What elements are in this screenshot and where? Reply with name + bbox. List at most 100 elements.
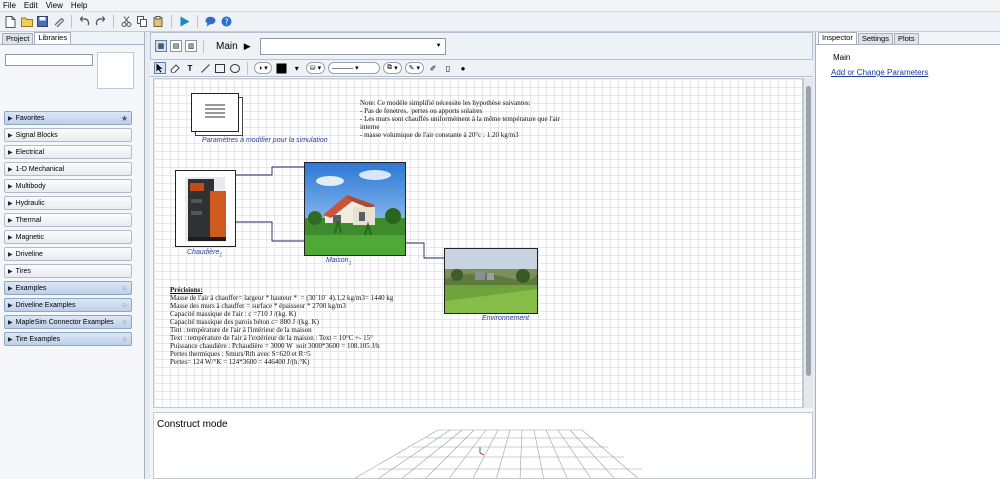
- text-tool-icon[interactable]: T: [184, 62, 196, 74]
- run-simulation-icon[interactable]: [178, 15, 191, 28]
- redo-icon[interactable]: [94, 15, 107, 28]
- inspector-panel: Inspector Settings Plots Main Add or Cha…: [815, 32, 1000, 479]
- library-item[interactable]: ▶ Driveline: [4, 247, 132, 261]
- library-item[interactable]: ▶ Favorites ★: [4, 111, 132, 125]
- tab-settings[interactable]: Settings: [857, 33, 893, 44]
- library-search-input[interactable]: [5, 54, 93, 66]
- toolbar-separator: [197, 15, 198, 28]
- library-preview: [97, 52, 134, 89]
- expand-triangle-icon[interactable]: ▶: [8, 115, 13, 122]
- probe-icon[interactable]: ✐: [427, 62, 439, 74]
- rectangle-tool-icon[interactable]: [214, 62, 226, 74]
- expand-triangle-icon[interactable]: ▶: [8, 183, 13, 190]
- tab-libraries[interactable]: Libraries: [34, 32, 72, 44]
- chat-icon[interactable]: [204, 15, 217, 28]
- construct-mode-panel[interactable]: Construct mode: [153, 412, 813, 479]
- document-icon[interactable]: ▯: [442, 62, 454, 74]
- chevron-down-icon: ▼: [435, 42, 442, 49]
- expand-triangle-icon[interactable]: ▶: [8, 285, 13, 292]
- library-item[interactable]: ▶ Examples ⁘: [4, 281, 132, 295]
- copy-icon[interactable]: [136, 15, 149, 28]
- line-color-swatch[interactable]: [275, 62, 288, 74]
- model-canvas[interactable]: Paramètres à modifier pour la simulation…: [153, 78, 803, 408]
- equation-view-icon[interactable]: ▥: [185, 40, 197, 52]
- library-item[interactable]: ▶ Tire Examples ⁘: [4, 332, 132, 346]
- record-icon[interactable]: ●: [457, 62, 469, 74]
- library-item[interactable]: ▶ Thermal: [4, 213, 132, 227]
- expand-triangle-icon[interactable]: ▶: [8, 302, 13, 309]
- chaudiere-block[interactable]: [175, 170, 236, 247]
- save-icon[interactable]: [36, 15, 49, 28]
- library-item[interactable]: ▶ Tires: [4, 264, 132, 278]
- library-item-label: Multibody: [15, 182, 46, 190]
- expand-triangle-icon[interactable]: ▶: [8, 234, 13, 241]
- drawbar-separator: [247, 61, 248, 75]
- add-change-parameters-link[interactable]: Add or Change Parameters: [831, 68, 928, 77]
- menu-file[interactable]: File: [3, 1, 16, 10]
- expand-triangle-icon[interactable]: ▶: [8, 217, 13, 224]
- diagram-view-icon[interactable]: ▦: [155, 40, 167, 52]
- help-icon[interactable]: ?: [220, 15, 233, 28]
- expand-triangle-icon[interactable]: ▶: [8, 149, 13, 156]
- new-file-icon[interactable]: [4, 15, 17, 28]
- library-item[interactable]: ▶ Driveline Examples ⁘: [4, 298, 132, 312]
- favorite-star-icon: ★: [120, 114, 128, 123]
- parameters-block[interactable]: [191, 93, 243, 136]
- tab-inspector[interactable]: Inspector: [818, 32, 857, 44]
- maison-block-label: Maison1: [326, 257, 351, 266]
- left-tabs: Project Libraries: [0, 32, 144, 44]
- tab-project[interactable]: Project: [2, 33, 34, 44]
- line-style-dropdown[interactable]: ——— ▾: [328, 62, 381, 74]
- parameter-view-icon[interactable]: ▤: [170, 40, 182, 52]
- maison-block[interactable]: [304, 162, 406, 256]
- line-tool-icon[interactable]: [199, 62, 211, 74]
- menu-help[interactable]: Help: [71, 1, 87, 10]
- toolbar-separator: [171, 15, 172, 28]
- library-item-label: Tires: [15, 267, 31, 275]
- library-item[interactable]: ▶ 1-D Mechanical: [4, 162, 132, 176]
- model-workspace: ▦ ▤ ▥ Main ▶ ▼ T ◑ ▾ ▾ ⛁ ▾ ——— ▾ ⧉ ▾ ✎ ▾ ✐ ▯ …: [150, 32, 813, 479]
- tab-plots[interactable]: Plots: [893, 33, 919, 44]
- cut-icon[interactable]: [120, 15, 133, 28]
- library-item[interactable]: ▶ Hydraulic: [4, 196, 132, 210]
- attach-icon[interactable]: [52, 15, 65, 28]
- expand-triangle-icon[interactable]: ▶: [8, 336, 13, 343]
- expand-triangle-icon[interactable]: ▶: [8, 200, 13, 207]
- expand-triangle-icon[interactable]: ▶: [8, 268, 13, 275]
- environnement-block[interactable]: [444, 248, 538, 314]
- expand-triangle-icon[interactable]: ▶: [8, 319, 13, 326]
- open-folder-icon[interactable]: [20, 15, 33, 28]
- examples-grid-icon: ⁘: [121, 301, 128, 310]
- attach-dropdown[interactable]: ✎ ▾: [404, 62, 425, 74]
- parameters-block-label: Paramètres à modifier pour la simulation: [202, 137, 328, 144]
- expand-triangle-icon[interactable]: ▶: [8, 132, 13, 139]
- chevron-down-icon[interactable]: ▾: [291, 62, 303, 74]
- paste-icon[interactable]: [152, 15, 165, 28]
- expand-triangle-icon[interactable]: ▶: [8, 166, 13, 173]
- inspector-body: Main Add or Change Parameters: [816, 44, 1000, 479]
- eraser-icon[interactable]: [169, 62, 181, 74]
- menu-edit[interactable]: Edit: [24, 1, 38, 10]
- scrollbar-thumb[interactable]: [806, 86, 811, 376]
- library-item[interactable]: ▶ Magnetic: [4, 230, 132, 244]
- undo-icon[interactable]: [78, 15, 91, 28]
- library-item[interactable]: ▶ Multibody: [4, 179, 132, 193]
- library-item-label: Thermal: [15, 216, 42, 224]
- arrange-dropdown[interactable]: ⧉ ▾: [383, 62, 402, 74]
- ellipse-tool-icon[interactable]: [229, 62, 241, 74]
- precisions-text: Masse de l'air à chauffer= largeur * hau…: [170, 294, 394, 366]
- inspector-title: Main: [833, 53, 851, 62]
- subsystem-combo[interactable]: ▼: [259, 37, 446, 55]
- library-item[interactable]: ▶ Signal Blocks: [4, 128, 132, 142]
- expand-triangle-icon[interactable]: ▶: [8, 251, 13, 258]
- library-item[interactable]: ▶ MapleSim Connector Examples ⁘: [4, 315, 132, 329]
- right-tabs: Inspector Settings Plots: [816, 32, 1000, 44]
- select-pointer-icon[interactable]: [154, 62, 166, 74]
- fill-color-dropdown[interactable]: ◑ ▾: [254, 62, 272, 74]
- canvas-vertical-scrollbar[interactable]: [803, 78, 813, 408]
- menu-view[interactable]: View: [46, 1, 63, 10]
- subsystem-title: Main: [216, 40, 238, 52]
- library-item[interactable]: ▶ Electrical: [4, 145, 132, 159]
- fill-bucket-dropdown[interactable]: ⛁ ▾: [305, 62, 326, 74]
- palette-icon: ◑: [258, 64, 263, 72]
